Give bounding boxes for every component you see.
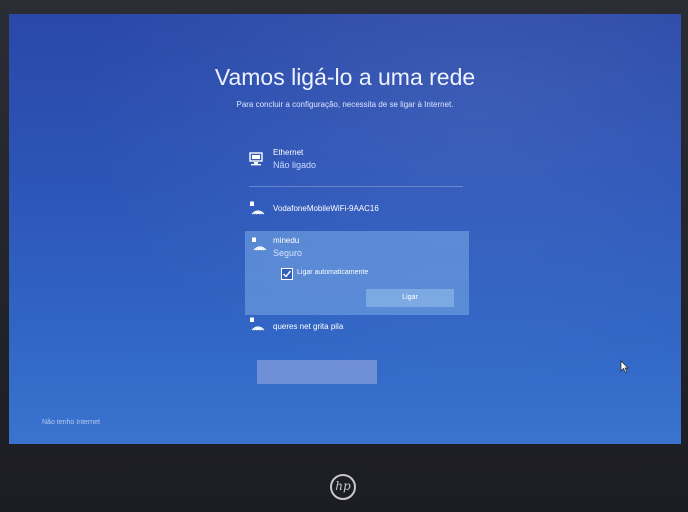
network-name: minedu [273, 236, 300, 245]
connect-button[interactable]: Ligar [366, 289, 454, 307]
network-item-queres-net[interactable]: queres net grita pila [245, 316, 467, 337]
network-status: Seguro [273, 248, 303, 258]
ethernet-icon [249, 152, 265, 166]
network-name: queres net grita pila [273, 322, 344, 331]
wifi-secured-icon [249, 200, 265, 215]
page-subtitle: Para concluir a configuração, necessita … [236, 100, 454, 109]
hp-logo-icon: hp [330, 474, 356, 500]
network-name: VodafoneMobileWiFi-9AAC16 [273, 204, 379, 213]
network-item-minedu[interactable]: minedu Seguro Ligar automaticamente Liga… [245, 231, 469, 315]
network-status: Não ligado [273, 160, 317, 170]
auto-connect-checkbox[interactable] [281, 268, 293, 280]
no-internet-link[interactable]: Não tenho Internet [42, 419, 100, 426]
network-name: Ethernet [273, 148, 304, 157]
auto-connect-label: Ligar automaticamente [297, 269, 369, 276]
oobe-screen: Vamos ligá-lo a uma rede Para concluir a… [9, 14, 681, 444]
network-item-ethernet[interactable]: Ethernet Não ligado [245, 148, 467, 182]
network-item-vodafone[interactable]: VodafoneMobileWiFi-9AAC16 [245, 200, 467, 220]
wifi-secured-icon [249, 316, 265, 331]
page-title: Vamos ligá-lo a uma rede [214, 64, 476, 90]
checkmark-icon [283, 270, 292, 278]
next-button[interactable] [257, 360, 377, 384]
divider [249, 186, 463, 187]
mouse-pointer-icon [620, 360, 629, 378]
laptop-bezel: Vamos ligá-lo a uma rede Para concluir a… [0, 0, 688, 512]
wifi-secured-icon [251, 236, 267, 251]
